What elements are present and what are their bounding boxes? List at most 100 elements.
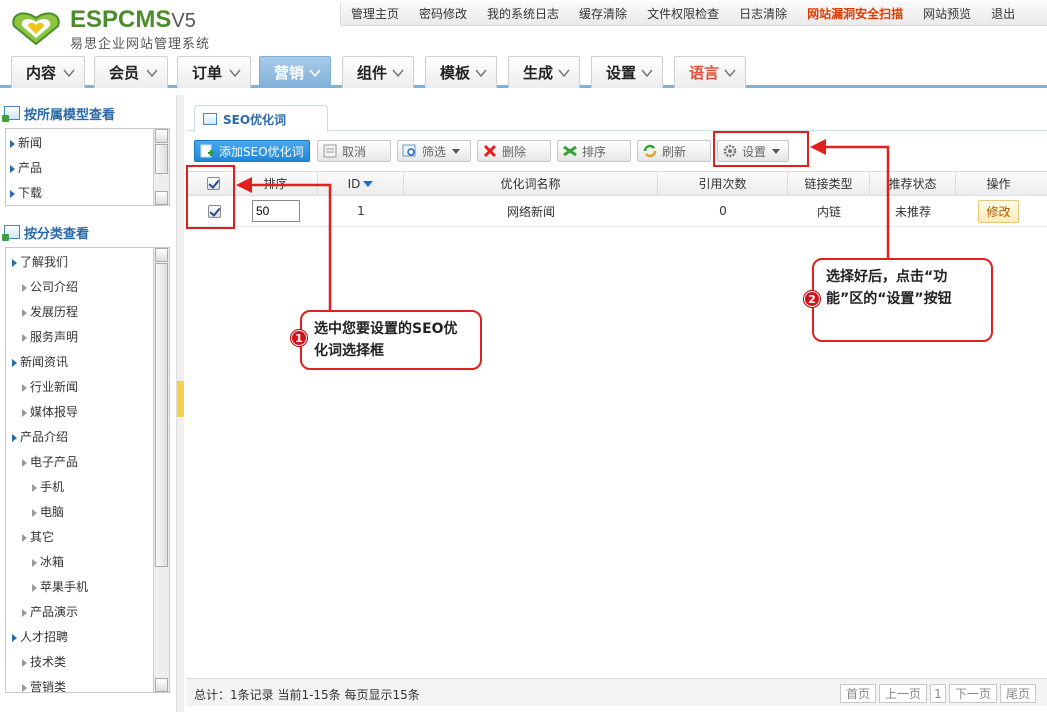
menu-label: 内容 — [26, 64, 57, 82]
category-item[interactable]: 媒体报导 — [6, 400, 169, 425]
filter-button[interactable]: 筛选 — [397, 140, 471, 162]
link-site-preview[interactable]: 网站预览 — [913, 5, 981, 22]
chevron-down-icon — [475, 69, 487, 78]
scroll-up-icon[interactable] — [155, 248, 168, 262]
expand-icon — [22, 683, 27, 692]
link-admin-home[interactable]: 管理主页 — [341, 5, 409, 22]
model-list-box: 新闻 产品 下载 — [5, 128, 170, 206]
add-seo-keyword-button[interactable]: 添加SEO优化词 — [194, 140, 310, 162]
expand-icon — [22, 283, 27, 292]
collapse-handle-icon[interactable] — [177, 381, 184, 417]
page-number[interactable]: 1 — [930, 684, 946, 703]
menu-marketing[interactable]: 营销 — [259, 56, 331, 88]
header-count[interactable]: 引用次数 — [658, 172, 788, 195]
cancel-button[interactable]: 取消 — [317, 140, 391, 162]
prev-page-button[interactable]: 上一页 — [879, 684, 927, 703]
category-item[interactable]: 营销类 — [6, 675, 169, 692]
last-page-button[interactable]: 尾页 — [1000, 684, 1036, 703]
cancel-document-icon — [323, 144, 337, 158]
menu-language[interactable]: 语言 — [674, 56, 746, 88]
category-label: 新闻资讯 — [20, 355, 69, 369]
model-scrollbar[interactable] — [153, 129, 169, 205]
header-recommend[interactable]: 推荐状态 — [870, 172, 956, 195]
category-item[interactable]: 技术类 — [6, 650, 169, 675]
category-item[interactable]: 公司介绍 — [6, 275, 169, 300]
sidebar-splitter[interactable] — [176, 95, 184, 712]
category-item[interactable]: 苹果手机 — [6, 575, 169, 600]
scroll-thumb[interactable] — [155, 263, 168, 567]
menu-settings[interactable]: 设置 — [591, 56, 663, 88]
logo-mark-icon — [12, 12, 60, 46]
category-scrollbar[interactable] — [153, 248, 169, 692]
link-security-scan[interactable]: 网站漏洞安全扫描 — [797, 5, 913, 22]
category-item[interactable]: 其它 — [6, 525, 169, 550]
category-item[interactable]: 新闻资讯 — [6, 350, 169, 375]
category-item[interactable]: 服务声明 — [6, 325, 169, 350]
category-label: 了解我们 — [20, 255, 69, 269]
tab-label: SEO优化词 — [223, 112, 287, 127]
sort-button[interactable]: 排序 — [557, 140, 631, 162]
step1-text: 选中您要设置的SEO优化词选择框 — [314, 321, 458, 359]
logo-subtitle: 易思企业网站管理系统 — [70, 37, 211, 52]
tab-seo-keywords[interactable]: SEO优化词 — [194, 105, 328, 132]
category-item[interactable]: 手机 — [6, 475, 169, 500]
refresh-button[interactable]: 刷新 — [637, 140, 711, 162]
sort-icon — [563, 145, 577, 157]
expand-icon — [22, 408, 27, 417]
category-item[interactable]: 行业新闻 — [6, 375, 169, 400]
model-item-download[interactable]: 下载 — [10, 181, 169, 205]
scroll-up-icon[interactable] — [155, 129, 168, 143]
expand-icon — [22, 658, 27, 667]
category-list-box: 了解我们 公司介绍 发展历程 服务声明 新闻资讯 行业新闻 媒体报导 产品介绍 … — [5, 247, 170, 693]
sort-order-input[interactable] — [252, 200, 300, 222]
model-item-news[interactable]: 新闻 — [10, 131, 169, 156]
row-action-cell: 修改 — [956, 196, 1041, 226]
delete-button[interactable]: 删除 — [477, 140, 551, 162]
link-clear-cache[interactable]: 缓存清除 — [569, 5, 637, 22]
header-name[interactable]: 优化词名称 — [404, 172, 658, 195]
menu-generate[interactable]: 生成 — [508, 56, 580, 88]
chevron-down-icon — [392, 69, 404, 78]
category-item[interactable]: 产品演示 — [6, 600, 169, 625]
logo-main: ESPCMS — [70, 6, 172, 33]
next-page-button[interactable]: 下一页 — [949, 684, 997, 703]
category-label: 手机 — [40, 480, 65, 494]
category-item[interactable]: 电子产品 — [6, 450, 169, 475]
menu-content[interactable]: 内容 — [11, 56, 85, 88]
category-label: 技术类 — [30, 655, 67, 669]
logo: ESPCMSV5 易思企业网站管理系统 — [8, 4, 228, 52]
category-label: 苹果手机 — [40, 580, 89, 594]
category-item[interactable]: 冰箱 — [6, 550, 169, 575]
menu-member[interactable]: 会员 — [94, 56, 168, 88]
link-change-password[interactable]: 密码修改 — [409, 5, 477, 22]
model-label: 产品 — [18, 161, 43, 175]
header-sort[interactable]: 排序 — [234, 172, 318, 195]
scroll-thumb[interactable] — [155, 144, 168, 174]
category-label: 发展历程 — [30, 305, 79, 319]
seo-keyword-table: 排序 ID 优化词名称 引用次数 链接类型 推荐状态 操作 1 网络新闻 0 内… — [186, 171, 1047, 227]
category-label: 电子产品 — [30, 455, 79, 469]
header-id[interactable]: ID — [318, 172, 404, 195]
link-logout[interactable]: 退出 — [981, 5, 1025, 22]
scroll-down-icon[interactable] — [155, 191, 168, 205]
category-item[interactable]: 了解我们 — [6, 250, 169, 275]
menu-order[interactable]: 订单 — [177, 56, 251, 88]
model-item-product[interactable]: 产品 — [10, 156, 169, 181]
link-clear-log[interactable]: 日志清除 — [729, 5, 797, 22]
category-item[interactable]: 发展历程 — [6, 300, 169, 325]
menu-component[interactable]: 组件 — [342, 56, 414, 88]
category-item[interactable]: 产品介绍 — [6, 425, 169, 450]
model-title-text: 按所属模型查看 — [24, 107, 116, 123]
header-link-type[interactable]: 链接类型 — [788, 172, 870, 195]
link-system-log[interactable]: 我的系统日志 — [477, 5, 569, 22]
category-item[interactable]: 人才招聘 — [6, 625, 169, 650]
scroll-down-icon[interactable] — [155, 678, 168, 692]
first-page-button[interactable]: 首页 — [840, 684, 876, 703]
link-file-permission[interactable]: 文件权限检查 — [637, 5, 729, 22]
chevron-down-icon — [229, 69, 241, 78]
category-item[interactable]: 电脑 — [6, 500, 169, 525]
category-title-text: 按分类查看 — [24, 226, 90, 242]
edit-button[interactable]: 修改 — [978, 199, 1019, 223]
refresh-icon — [643, 144, 657, 158]
menu-template[interactable]: 模板 — [425, 56, 497, 88]
